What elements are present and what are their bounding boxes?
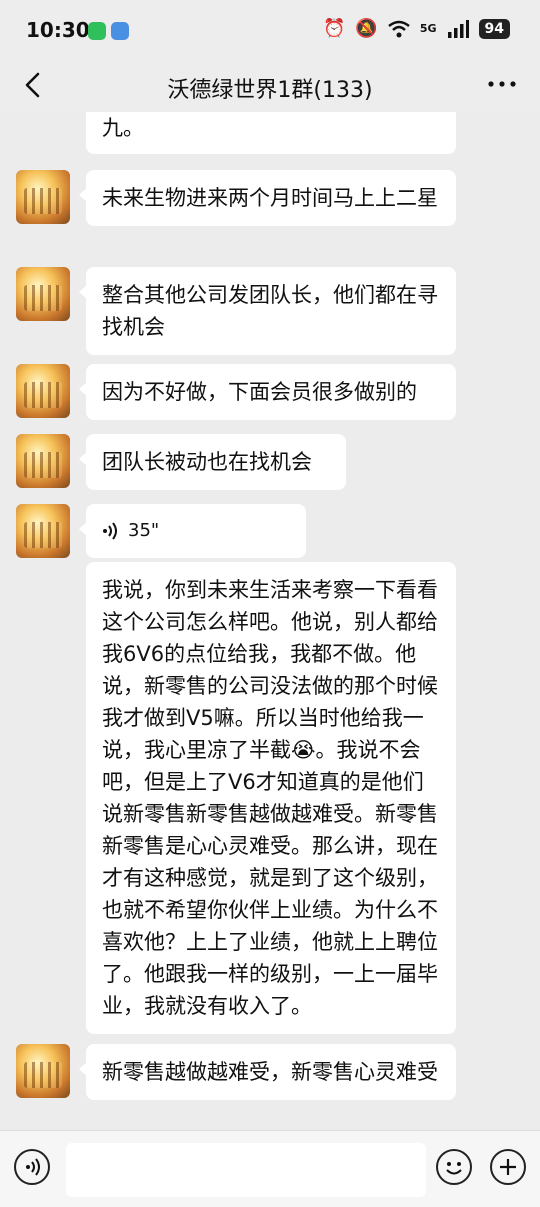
avatar[interactable] [16,504,70,558]
wifi-icon [388,20,410,37]
status-time: 10:30 [26,18,90,42]
avatar[interactable] [16,434,70,488]
avatar[interactable] [16,267,70,321]
message-text: 未来生物进来两个月时间马上上二星 [102,186,438,210]
message-text: 整合其他公司发团队长，他们都在寻找机会 [102,283,438,339]
network-type: 5G [419,22,437,35]
message-text: 九。 [102,116,144,140]
avatar[interactable] [16,170,70,224]
message-text: 我说，你到未来生活来考察一下看看这个公司怎么样吧。他说，别人都给我6V6的点位给… [102,578,438,1018]
voice-message-bubble[interactable]: 35" [79,504,306,558]
message-bubble[interactable]: 因为不好做，下面会员很多做别的 [79,364,456,420]
group-title: 沃德绿世界1群(133) [167,78,373,103]
voice-wave-icon [103,522,117,540]
message-text: 团队长被动也在找机会 [102,450,312,474]
message-text: 新零售越做越难受，新零售心灵难受 [102,1060,438,1084]
voice-input-icon[interactable] [14,1149,50,1185]
app-notification-icon [111,22,129,40]
message-list[interactable]: 九。 未来生物进来两个月时间马上上二星 整合其他公司发团队长，他们都在寻找机会 … [0,112,540,1130]
avatar[interactable] [16,364,70,418]
emoji-icon[interactable] [436,1149,472,1185]
more-icon[interactable] [486,74,518,94]
message-bubble[interactable]: 新零售越做越难受，新零售心灵难受 [79,1044,456,1100]
avatar[interactable] [16,1044,70,1098]
status-bar: 10:30 ⏰ 🔕 5G 94 [0,0,540,60]
alarm-icon: ⏰ [322,18,346,39]
message-text: 因为不好做，下面会员很多做别的 [102,380,417,404]
chat-header: 沃德绿世界1群(133) [0,60,540,112]
message-bubble[interactable]: 未来生物进来两个月时间马上上二星 [79,170,456,226]
message-bubble[interactable]: 九。 [86,112,456,154]
mute-icon: 🔕 [355,18,378,39]
plus-glyph-icon [500,1159,516,1175]
battery-indicator: 94 [478,18,510,39]
plus-icon[interactable] [490,1149,526,1185]
input-bar [0,1130,540,1207]
app-notification-icon [88,22,106,40]
status-icons: ⏰ 🔕 5G 94 [323,18,510,39]
message-bubble[interactable]: 我说，你到未来生活来考察一下看看这个公司怎么样吧。他说，别人都给我6V6的点位给… [86,562,456,1034]
message-bubble[interactable]: 整合其他公司发团队长，他们都在寻找机会 [79,267,456,355]
message-input[interactable] [66,1143,426,1197]
smile-glyph-icon [446,1162,462,1175]
message-bubble[interactable]: 团队长被动也在找机会 [79,434,346,490]
voice-glyph-icon [26,1158,40,1176]
signal-icon [447,19,469,38]
voice-duration: 35" [128,520,160,541]
